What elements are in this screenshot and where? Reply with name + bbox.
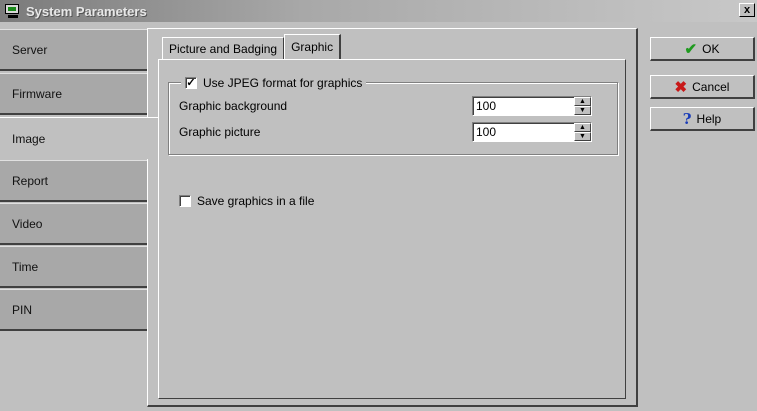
graphic-background-value[interactable]: 100 (473, 97, 574, 115)
spin-down-icon[interactable]: ▼ (574, 132, 591, 141)
question-icon: ? (682, 109, 692, 128)
close-button[interactable]: x (739, 3, 755, 17)
cancel-label: Cancel (692, 79, 730, 94)
check-icon: ✓ (186, 77, 196, 89)
graphic-background-stepper[interactable]: 100 ▲ ▼ (472, 96, 592, 116)
tab-bar: Picture and Badging Graphic (162, 34, 342, 59)
tab-label: Graphic (291, 40, 334, 54)
checkmark-icon: ✔ (684, 40, 698, 58)
tab-graphic[interactable]: Graphic (284, 34, 342, 59)
help-button[interactable]: ? Help (650, 107, 755, 131)
tab-picture-and-badging[interactable]: Picture and Badging (162, 37, 285, 59)
cancel-button[interactable]: ✖ Cancel (650, 75, 755, 99)
spin-down-icon[interactable]: ▼ (574, 106, 591, 115)
ok-button[interactable]: ✔ OK (650, 37, 755, 61)
help-label: Help (696, 111, 722, 126)
save-graphics-checkbox[interactable] (179, 195, 191, 207)
spin-up-icon[interactable]: ▲ (574, 123, 591, 132)
sidebar-item-label: Server (12, 42, 48, 57)
graphic-picture-stepper[interactable]: 100 ▲ ▼ (472, 122, 592, 142)
main-panel: Picture and Badging Graphic ✓ Use JPEG f… (147, 28, 638, 407)
sidebar-item-report[interactable]: Report (0, 160, 148, 202)
x-icon: ✖ (674, 78, 688, 96)
sidebar-item-label: Firmware (12, 86, 62, 101)
use-jpeg-checkbox[interactable]: ✓ (185, 77, 197, 89)
sidebar-item-time[interactable]: Time (0, 246, 148, 288)
ok-label: OK (702, 41, 720, 56)
computer-icon (4, 3, 22, 19)
save-graphics-label: Save graphics in a file (197, 194, 315, 208)
sidebar-item-firmware[interactable]: Firmware (0, 73, 148, 115)
title-bar[interactable]: System Parameters x (0, 0, 757, 22)
sidebar-item-label: Video (12, 216, 43, 231)
tab-label: Picture and Badging (169, 41, 278, 56)
save-graphics-row[interactable]: Save graphics in a file (179, 194, 314, 208)
close-icon: x (743, 4, 751, 16)
use-jpeg-label: Use JPEG format for graphics (203, 76, 363, 90)
graphic-background-label: Graphic background (179, 99, 288, 113)
jpeg-groupbox: ✓ Use JPEG format for graphics Graphic b… (168, 76, 618, 155)
sidebar-item-pin[interactable]: PIN (0, 289, 148, 331)
graphic-picture-value[interactable]: 100 (473, 123, 574, 141)
graphic-tab-content: ✓ Use JPEG format for graphics Graphic b… (158, 59, 626, 399)
spin-up-icon[interactable]: ▲ (574, 97, 591, 106)
sidebar-item-image[interactable]: Image (0, 117, 158, 159)
sidebar-item-server[interactable]: Server (0, 29, 148, 71)
sidebar-item-label: Time (12, 259, 39, 274)
sidebar-item-video[interactable]: Video (0, 203, 148, 245)
sidebar-item-label: PIN (12, 302, 33, 317)
sidebar-item-label: Image (12, 131, 46, 146)
use-jpeg-checkbox-row[interactable]: ✓ Use JPEG format for graphics (181, 76, 367, 90)
graphic-picture-label: Graphic picture (179, 125, 261, 139)
window-title: System Parameters (26, 3, 147, 19)
sidebar-item-label: Report (12, 173, 49, 188)
